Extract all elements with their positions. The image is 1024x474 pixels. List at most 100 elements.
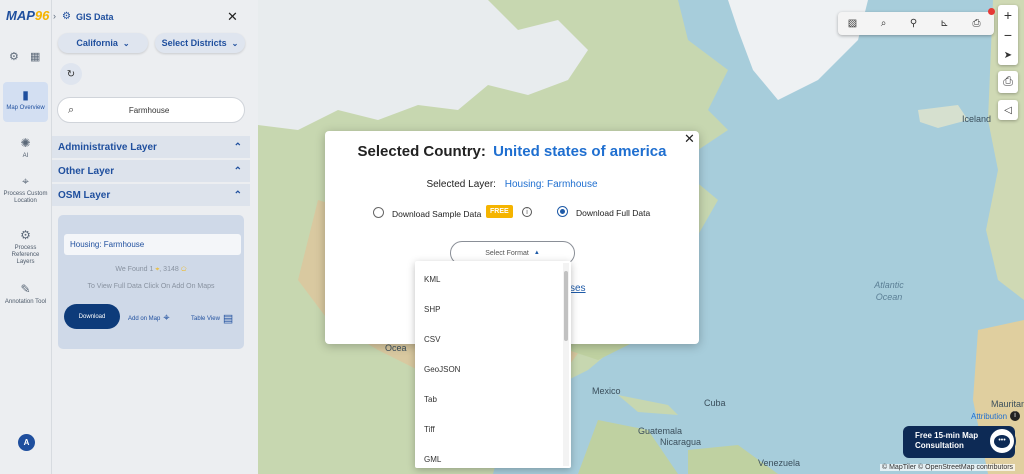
rail-item-annotation-tool[interactable]: ✎ Annotation Tool [3, 282, 48, 312]
settings-icon[interactable]: ⚙ [9, 50, 19, 63]
search-icon[interactable]: ⌕ [877, 17, 890, 30]
location-icon[interactable]: ⚲ [907, 17, 920, 30]
format-option-gml[interactable]: GML [424, 455, 441, 464]
rail-item-label: Process Custom Location [3, 191, 48, 204]
layer-value: Housing: Farmhouse [504, 179, 598, 190]
format-option-shp[interactable]: SHP [424, 305, 440, 314]
format-dropdown: KML SHP CSV GeoJSON Tab Tiff GML [415, 261, 571, 468]
section-administrative-layer[interactable]: Administrative Layer ⌃ [52, 136, 250, 158]
info-icon[interactable]: i [1010, 411, 1020, 421]
districts-select-value: Select Districts [161, 38, 227, 48]
chat-bubble-icon: ••• [994, 434, 1010, 448]
navigation-arrow-icon: ◁ [1004, 104, 1012, 116]
add-on-map-label: Add on Map [128, 315, 161, 322]
map-label-atlantic-ocean: Atlantic Ocean [874, 280, 904, 302]
rail-item-label: Process Reference Layers [11, 245, 40, 265]
chevron-up-icon: ⌃ [233, 189, 242, 201]
country-label: Selected Country: [357, 143, 486, 160]
sample-data-radio[interactable] [373, 207, 384, 218]
info-icon[interactable]: i [522, 207, 532, 217]
map-icon: ▮ [22, 88, 29, 102]
search-input-value: Farmhouse [128, 105, 170, 115]
found-summary: We Found 1 ⌖, 3148 ⬠ [115, 266, 187, 273]
dropdown-scrollbar-track[interactable] [563, 263, 569, 466]
rail-item-label: AI [22, 153, 29, 159]
close-panel-button[interactable]: ✕ [227, 9, 238, 25]
sample-data-label: Download Sample Data [392, 209, 482, 219]
polygon-icon: ⬠ [180, 266, 187, 273]
map-layers-icon[interactable]: ▧ [846, 17, 859, 30]
add-on-map-button[interactable]: Add on Map ⌖ [128, 312, 170, 325]
section-label: Other Layer [58, 165, 115, 177]
panel-title: GIS Data [76, 12, 114, 22]
refresh-icon: ↻ [66, 68, 76, 80]
rail-item-process-custom-location[interactable]: ⌖ Process Custom Location [3, 174, 48, 212]
map-label-cuba: Cuba [704, 398, 726, 408]
download-button-label: Download [78, 313, 106, 320]
compass-icon[interactable]: ➤ [998, 45, 1018, 65]
districts-select[interactable]: Select Districts ⌄ [155, 33, 245, 53]
print-icon[interactable]: ⎙ [970, 17, 983, 30]
map-label-mexico: Mexico [592, 386, 621, 396]
attribution-link[interactable]: Attribution [971, 412, 1007, 421]
format-option-geojson[interactable]: GeoJSON [424, 365, 460, 374]
map-toolbar: ▧ ⌕ ⚲ ⊾ ⎙ [838, 8, 995, 35]
avatar[interactable]: A [18, 434, 35, 451]
logo-text: MAP [6, 8, 35, 23]
layer-name-field: Housing: Farmhouse [64, 234, 241, 255]
search-input[interactable]: ⌕ Farmhouse [57, 97, 245, 123]
layers-gear-icon: ⚙ [20, 228, 31, 242]
zoom-out-button[interactable]: − [998, 25, 1018, 45]
free-badge: FREE [486, 205, 513, 218]
selected-country-heading: Selected Country: United states of ameri… [325, 143, 699, 160]
dropdown-scrollbar-thumb[interactable] [564, 271, 568, 341]
grid-icon[interactable]: ▦ [30, 50, 40, 63]
section-other-layer[interactable]: Other Layer ⌃ [52, 160, 250, 182]
found-count-b: 3148 [163, 266, 179, 273]
location-pin-icon: ⌖ [22, 174, 29, 188]
chat-button[interactable]: ••• [988, 427, 1016, 455]
print-map-button[interactable]: ⎙ [998, 71, 1018, 93]
gis-data-panel: › ⚙ GIS Data ✕ California ⌄ Select Distr… [52, 0, 258, 474]
measure-icon[interactable]: ⊾ [938, 17, 951, 30]
selected-layer-line: Selected Layer: Housing: Farmhouse [325, 179, 699, 190]
full-data-radio[interactable] [557, 206, 568, 217]
layer-label: Selected Layer: [426, 179, 496, 190]
format-option-csv[interactable]: CSV [424, 335, 440, 344]
table-view-button[interactable]: Table View ▤ [191, 312, 233, 325]
chevron-up-icon: ⌃ [233, 141, 242, 153]
rail-item-ai[interactable]: ✺ AI [3, 136, 48, 162]
country-select[interactable]: California ⌄ [58, 33, 148, 53]
zoom-in-button[interactable]: + [998, 5, 1018, 25]
found-prefix: We Found [115, 266, 148, 273]
rail-item-label: Map Overview [6, 105, 45, 111]
download-button[interactable]: Download [64, 304, 120, 329]
table-icon: ▤ [222, 313, 234, 325]
map-label-ocean: Ocea [385, 343, 407, 353]
full-data-option[interactable]: Download Full Data [557, 206, 677, 222]
map-label-venezuela: Venezuela [758, 458, 801, 468]
rail-item-process-reference-layers[interactable]: ⚙ Process Reference Layers [3, 228, 48, 266]
format-option-tiff[interactable]: Tiff [424, 425, 435, 434]
rail-item-label: Annotation Tool [4, 299, 47, 305]
section-osm-layer[interactable]: OSM Layer ⌃ [52, 184, 250, 206]
result-card: Housing: Farmhouse We Found 1 ⌖, 3148 ⬠ … [58, 215, 244, 349]
left-rail: MAP96 ⚙ ▦ ▮ Map Overview ✺ AI ⌖ Process … [0, 0, 52, 474]
collapse-chevron-icon[interactable]: › [53, 11, 56, 21]
zoom-controls: + − ➤ [998, 5, 1018, 65]
pin-icon: ⌖ [155, 266, 160, 273]
partial-link[interactable]: ses [570, 283, 586, 294]
locate-me-button[interactable]: ◁ [998, 100, 1018, 120]
map-label-iceland: Iceland [962, 114, 992, 124]
found-count-a: 1 [149, 266, 154, 273]
rail-item-map-overview[interactable]: ▮ Map Overview [3, 82, 48, 122]
format-option-kml[interactable]: KML [424, 275, 440, 284]
format-option-tab[interactable]: Tab [424, 395, 437, 404]
logo-suffix: 96 [34, 8, 50, 23]
gis-data-icon: ⚙ [62, 11, 71, 22]
logo[interactable]: MAP96 [6, 8, 49, 23]
map-copyright: © MapTiler © OpenStreetMap contributors [880, 464, 1016, 471]
refresh-button[interactable]: ↻ [60, 63, 82, 85]
chevron-up-icon: ⌃ [233, 165, 242, 177]
ai-icon: ✺ [20, 136, 31, 150]
